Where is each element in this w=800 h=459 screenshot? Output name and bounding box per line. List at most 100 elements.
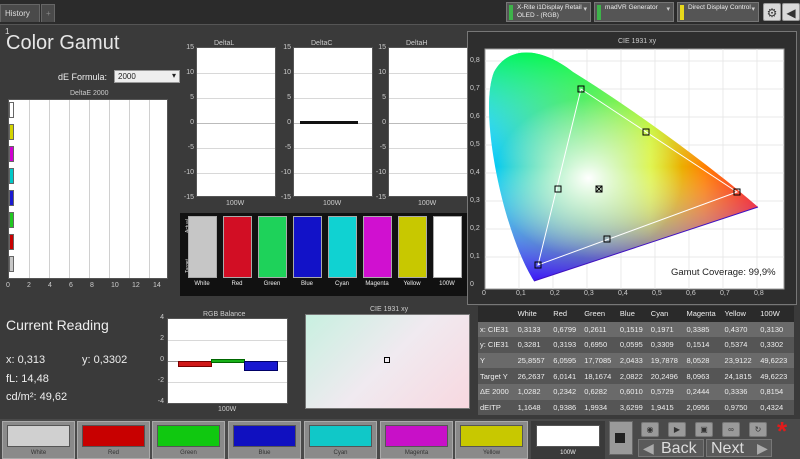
current-fl: fL: 14,48 (6, 373, 49, 385)
x-tick: 2 (27, 282, 31, 289)
grid-line (197, 148, 275, 149)
column-header: 100W (758, 306, 794, 322)
table-row: dEITP 1,1648 0,9386 1,9934 3,6299 1,9415 2,095… (478, 399, 794, 416)
display-control-selector[interactable]: Direct Display Control ▾ (677, 2, 759, 22)
grid-line (389, 173, 467, 174)
x-tick: 0,2 (550, 290, 560, 297)
y-tick: 0,1 (470, 253, 480, 260)
patch-button-magenta[interactable]: Magenta (380, 421, 453, 459)
table-header-row: White Red Green Blue Cyan Magenta Yellow 100W (478, 306, 794, 322)
table-cell: 0,8154 (760, 387, 784, 397)
column-header: Red (551, 306, 583, 322)
table-cell: 26,2637 (517, 371, 545, 381)
asterisk-icon[interactable]: * (777, 416, 787, 447)
x-tick: 12 (132, 282, 140, 289)
patch-button-cyan[interactable]: Cyan (304, 421, 377, 459)
deltae-x-axis: 0 2 4 6 8 10 12 14 (6, 282, 168, 292)
table-cell: 0,6282 (584, 387, 608, 397)
row-label: ΔE 2000 (480, 387, 509, 397)
grid-line (197, 123, 275, 124)
patch-label: 100W (560, 450, 576, 456)
tab-history-1[interactable]: History 1 (0, 4, 40, 36)
table-cell: 0,5729 (650, 387, 674, 397)
table-cell: 0,9386 (553, 402, 577, 412)
patch-color (233, 425, 296, 447)
table-cell: 0,6799 (553, 324, 577, 334)
settings-gear-button[interactable]: ⚙ (763, 3, 781, 21)
x-value: 0,313 (17, 354, 46, 366)
generator-device-selector[interactable]: madVR Generator ▾ (594, 2, 674, 22)
patch-button-blue[interactable]: Blue (228, 421, 301, 459)
arrow-left-icon: ◀ (643, 440, 654, 456)
table-row: Target Y 26,2637 6,0141 18,1674 2,0822 20,249… (478, 368, 794, 384)
y-tick: 0,3 (470, 197, 480, 204)
table-cell: 20,2496 (650, 371, 678, 381)
measure-button[interactable]: ▣ (695, 422, 713, 437)
de-formula-select[interactable]: 2000 ▾ (114, 70, 180, 83)
collapse-button[interactable]: ◀ (782, 3, 800, 21)
table-cell: 0,3309 (650, 340, 674, 350)
stop-button[interactable] (609, 421, 633, 455)
loop-button[interactable]: ∞ (722, 422, 740, 437)
table-cell: 0,3336 (724, 387, 748, 397)
meter-device-selector[interactable]: X-Rite i1Display Retail OLED - (RGB) ▾ (506, 2, 591, 22)
gear-icon: ⚙ (766, 6, 778, 20)
cie-diagram-panel: CIE 1931 xy 0 0,1 0,2 0,3 0,4 0,5 0,6 0,… (467, 31, 797, 305)
delta-y-axis: 15 10 5 0 -5 -10 -15 (374, 44, 386, 204)
y-tick: 0 (160, 356, 164, 363)
next-button[interactable]: Next ▶ (706, 439, 772, 457)
deltae-color-marker (9, 234, 14, 250)
back-button[interactable]: ◀ Back (638, 439, 704, 457)
patch-button-100w[interactable]: 100W (531, 421, 605, 459)
x-tick: 0,6 (686, 290, 696, 297)
patch-button-red[interactable]: Red (77, 421, 150, 459)
patch-button-yellow[interactable]: Yellow (455, 421, 528, 459)
patch-button-white[interactable]: White (2, 421, 75, 459)
arrow-left-icon: ◀ (786, 6, 796, 20)
y-tick: 5 (287, 94, 291, 101)
x-tick: 4 (48, 282, 52, 289)
current-reading-title: Current Reading (6, 317, 109, 333)
patch-color (536, 425, 600, 447)
y-tick: -15 (280, 194, 291, 201)
y-label: y: (82, 354, 91, 366)
grid-line (129, 100, 130, 278)
y-tick: -5 (284, 144, 291, 151)
y-tick: -5 (187, 144, 194, 151)
patch-label: Red (107, 450, 119, 456)
deltac-bar (300, 121, 358, 124)
delta-y-axis: 15 10 5 0 -5 -10 -15 (182, 44, 194, 204)
current-x: x: 0,313 (6, 354, 45, 366)
y-tick: 15 (378, 44, 386, 51)
column-header: Blue (617, 306, 649, 322)
deltae-chart-title: DeltaE 2000 (70, 90, 109, 97)
play-button[interactable]: ▶ (668, 422, 686, 437)
swatch-label: Green (263, 281, 281, 287)
gamut-coverage-label: Gamut Coverage: (671, 267, 746, 278)
table-cell: 0,3133 (517, 324, 541, 334)
current-luminance: cd/m²: 49,62 (6, 391, 67, 403)
patch-color (157, 425, 220, 447)
table-cell: 0,4370 (724, 324, 748, 334)
rewind-button[interactable]: ◉ (641, 422, 659, 437)
row-label: Y (480, 356, 486, 366)
x-tick: 0,4 (618, 290, 628, 297)
y-tick: 0 (470, 281, 474, 288)
table-cell: 0,1519 (619, 324, 643, 334)
patch-button-green[interactable]: Green (152, 421, 225, 459)
table-cell: 8,0528 (686, 356, 710, 366)
y-tick: 4 (160, 314, 164, 321)
add-tab-button[interactable]: + (41, 4, 55, 22)
x-tick: 6 (69, 282, 73, 289)
deltae-color-marker (9, 212, 14, 228)
grid-line (294, 73, 372, 74)
y-tick: -4 (157, 398, 164, 405)
table-cell: 0,3193 (553, 340, 577, 350)
patch-label: White (30, 450, 47, 456)
gamut-coverage-value: 99,9% (748, 267, 776, 278)
refresh-button[interactable]: ↻ (749, 422, 767, 437)
y-tick: 15 (283, 44, 291, 51)
deltae-color-marker (9, 102, 14, 118)
table-cell: 0,6010 (619, 387, 643, 397)
status-bar (509, 5, 513, 20)
